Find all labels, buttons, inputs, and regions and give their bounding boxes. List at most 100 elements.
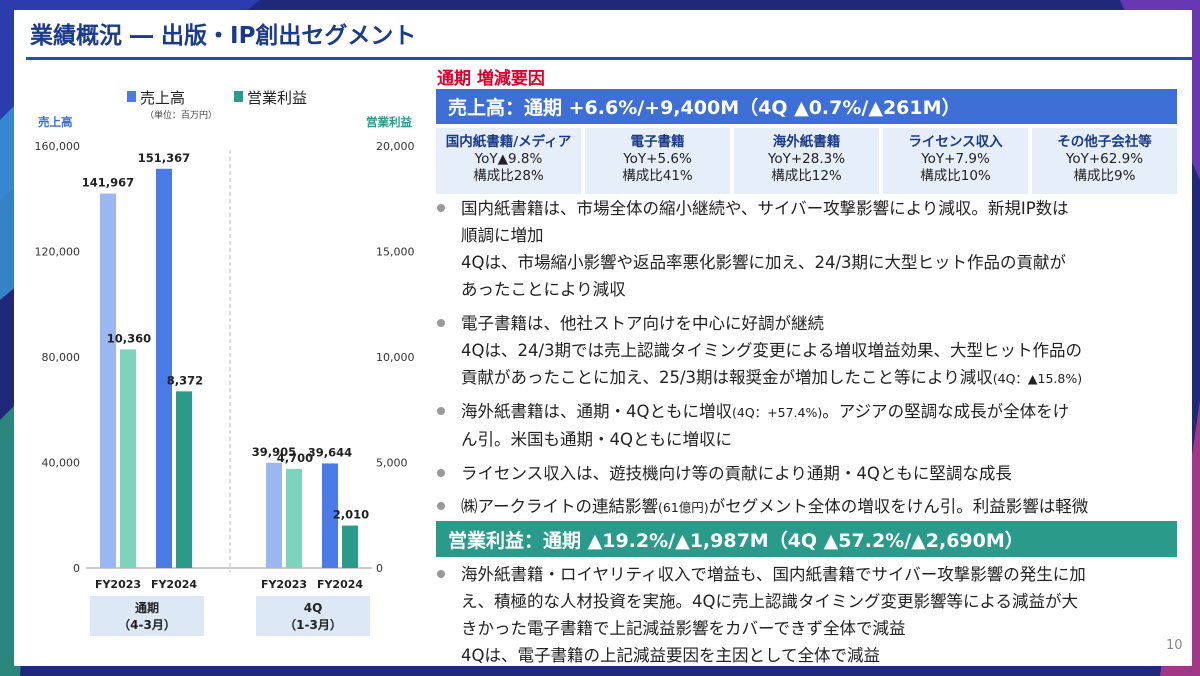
bullet-text-main: 貢献があったことに加え、25/3期は報奨金が増加したこと等により減収: [461, 368, 993, 387]
segment-card: その他子会社等 YoY+62.9% 構成比9%: [1032, 128, 1177, 194]
bullet-dot: [437, 502, 445, 510]
x-axis-label: FY2024: [151, 578, 197, 591]
bullet-text: きかった電子書籍で上記減益影響をカバーできず全体で減益: [461, 619, 906, 638]
bullet-dot: [437, 204, 445, 212]
segment-yoy: YoY▲9.8%: [474, 151, 543, 167]
bullet-dot: [437, 407, 445, 415]
profit-data-label: 8,372: [167, 373, 203, 387]
profit-data-label: 4,700: [277, 451, 313, 465]
bullet-text: 順調に増加: [461, 226, 544, 245]
bullet-text-note: (61億円): [658, 500, 709, 515]
sales-data-label: 39,644: [308, 445, 352, 459]
segment-yoy: YoY+5.6%: [623, 151, 692, 167]
segment-yoy: YoY+62.9%: [1065, 151, 1144, 167]
bullet-text: ん引。米国も通期・4Qともに増収に: [461, 430, 732, 449]
page-number: 10: [1166, 638, 1183, 653]
bullet-arclight: ㈱アークライトの連結影響(61億円)がセグメント全体の増収をけん引。利益影響は軽…: [437, 493, 1088, 521]
left-axis-tick: 80,000: [42, 351, 81, 364]
bullet-text: 4Qは、市場縮小影響や返品率悪化影響に加え、24/3期に大型ヒット作品の貢献が: [461, 253, 1067, 272]
segment-name: 国内紙書籍/メディア: [445, 134, 572, 150]
right-axis-tick: 20,000: [376, 140, 415, 153]
segment-yoy: YoY+28.3%: [767, 151, 846, 167]
bullet-text-note: (4Q：+57.4%): [732, 405, 823, 420]
legend-unit: （単位：百万円）: [145, 109, 217, 121]
bullet-text: ライセンス収入は、遊技機向け等の貢献により通期・4Qともに堅調な成長: [461, 464, 1012, 483]
legend-swatch-profit: [234, 91, 243, 102]
bullet-text: 海外紙書籍は、通期・4Qともに増収(4Q：+57.4%)。アジアの堅調な成長が全…: [461, 398, 1069, 426]
bullet-text-main: 。アジアの堅調な成長が全体をけ: [822, 402, 1070, 421]
profit-bar: [286, 468, 302, 568]
bullet-dot: [437, 319, 445, 327]
sales-summary-band: 売上高：通期 +6.6%/+9,400M（4Q ▲0.7%/▲261M）: [436, 89, 1177, 124]
segment-card: 国内紙書籍/メディア YoY▲9.8% 構成比28%: [436, 128, 581, 194]
sales-profit-bar-chart: 160,000 120,000 80,000 40,000 0 20,000 15,000 1…: [35, 89, 415, 636]
segment-card: ライセンス収入 YoY+7.9% 構成比10%: [883, 128, 1028, 194]
segment-name: 海外紙書籍: [772, 134, 841, 150]
sales-data-label: 151,367: [138, 151, 190, 165]
bullet-text: 4Qは、電子書籍の上記減益要因を主因として全体で減益: [461, 646, 880, 665]
bullet-profit: 海外紙書籍・ロイヤリティ収入で増益も、国内紙書籍でサイバー攻撃影響の発生に加 え…: [437, 561, 1086, 669]
bullet-license: ライセンス収入は、遊技機向け等の貢献により通期・4Qともに堅調な成長: [437, 460, 1012, 487]
segment-share: 構成比9%: [1073, 168, 1136, 184]
profit-data-label: 2,010: [333, 508, 369, 522]
segment-share: 構成比10%: [920, 168, 991, 184]
right-axis-tick: 0: [376, 562, 383, 575]
left-axis-tick: 40,000: [42, 457, 81, 470]
segment-card: 海外紙書籍 YoY+28.3% 構成比12%: [734, 128, 879, 194]
profit-bar: [342, 525, 358, 568]
profit-summary-band: 営業利益：通期 ▲19.2%/▲1,987M（4Q ▲57.2%/▲2,690M…: [436, 521, 1177, 557]
group-label: 4Q: [304, 601, 323, 615]
right-axis-tick: 15,000: [376, 246, 415, 259]
bullet-text: え、積極的な人材投資を実施。4Qに売上認識タイミング変更影響等による減益が大: [461, 592, 1078, 611]
segment-breakdown: 国内紙書籍/メディア YoY▲9.8% 構成比28% 電子書籍 YoY+5.6% 構成比…: [436, 128, 1177, 194]
bullet-text: 国内紙書籍は、市場全体の縮小継続や、サイバー攻撃影響により減収。新規IP数は: [461, 199, 1069, 218]
sales-data-label: 141,967: [82, 176, 134, 190]
group-label: 通期: [135, 600, 159, 615]
right-axis-tick: 10,000: [376, 351, 415, 364]
group-label-period: （4-3月）: [118, 617, 176, 632]
bullet-text-main: がセグメント全体の増収をけん引。利益影響は軽微: [708, 497, 1089, 516]
segment-share: 構成比12%: [771, 168, 842, 184]
left-axis-title: 売上高: [38, 115, 73, 129]
bullet-overseas-print: 海外紙書籍は、通期・4Qともに増収(4Q：+57.4%)。アジアの堅調な成長が全…: [437, 398, 1069, 453]
sales-bar: [266, 462, 282, 568]
segment-card: 電子書籍 YoY+5.6% 構成比41%: [585, 128, 730, 194]
group-label-period: （1-3月）: [284, 617, 342, 632]
sales-bar: [156, 168, 172, 568]
bullet-dot: [437, 469, 445, 477]
segment-share: 構成比28%: [473, 168, 544, 184]
segment-yoy: YoY+7.9%: [921, 151, 990, 167]
bullet-text-main: 海外紙書籍は、通期・4Qともに増収: [461, 402, 732, 421]
bullet-text: あったことにより減収: [461, 280, 626, 299]
legend-label-profit: 営業利益: [247, 89, 307, 107]
segment-share: 構成比41%: [622, 168, 693, 184]
section-heading: 通期 増減要因: [437, 69, 545, 89]
sales-bar: [100, 193, 116, 568]
profit-bar: [120, 349, 136, 568]
segment-name: ライセンス収入: [908, 134, 1003, 150]
profit-bar: [176, 391, 192, 568]
x-axis-label: FY2024: [317, 578, 363, 591]
bullet-text: 貢献があったことに加え、25/3期は報奨金が増加したこと等により減収(4Q：▲1…: [461, 364, 1082, 392]
right-axis-title: 営業利益: [366, 115, 412, 129]
bullet-dot: [437, 570, 445, 578]
bullet-text: 電子書籍は、他社ストア向けを中心に好調が継続: [461, 314, 824, 333]
legend-label-sales: 売上高: [140, 89, 185, 107]
left-axis-tick: 120,000: [35, 246, 81, 259]
left-axis-tick: 0: [73, 562, 80, 575]
legend-swatch-sales: [127, 91, 136, 102]
bullet-text-note: (4Q：▲15.8%): [992, 371, 1083, 386]
bullet-text-main: ㈱アークライトの連結影響: [461, 497, 659, 516]
bullet-text: 4Qは、24/3期では売上認識タイミング変更による増収増益効果、大型ヒット作品の: [461, 341, 1083, 360]
x-axis-label: FY2023: [95, 578, 141, 591]
segment-name: その他子会社等: [1057, 134, 1152, 150]
bullet-text: 海外紙書籍・ロイヤリティ収入で増益も、国内紙書籍でサイバー攻撃影響の発生に加: [461, 565, 1086, 584]
segment-name: 電子書籍: [630, 134, 685, 150]
bullet-ebooks: 電子書籍は、他社ストア向けを中心に好調が継続 4Qは、24/3期では売上認識タイ…: [437, 310, 1082, 392]
profit-data-label: 10,360: [107, 331, 151, 345]
left-axis-tick: 160,000: [35, 140, 81, 153]
x-axis-label: FY2023: [261, 578, 307, 591]
bullet-domestic-print: 国内紙書籍は、市場全体の縮小継続や、サイバー攻撃影響により減収。新規IP数は 順…: [437, 195, 1069, 303]
bullet-text: ㈱アークライトの連結影響(61億円)がセグメント全体の増収をけん引。利益影響は軽…: [461, 493, 1088, 521]
right-axis-tick: 5,000: [376, 457, 408, 470]
